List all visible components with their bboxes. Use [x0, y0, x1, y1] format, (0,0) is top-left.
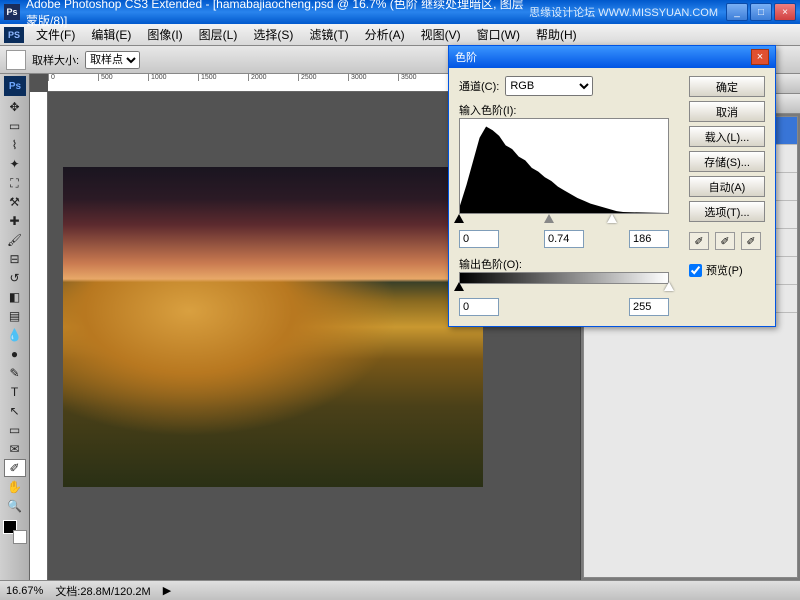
- path-select-tool[interactable]: ↖: [4, 402, 26, 420]
- zoom-tool[interactable]: 🔍: [4, 497, 26, 515]
- menu-filter[interactable]: 滤镜(T): [301, 24, 356, 45]
- black-eyedropper-icon[interactable]: ✐: [689, 232, 709, 250]
- window-titlebar: Ps Adobe Photoshop CS3 Extended - [hamab…: [0, 0, 800, 24]
- menu-help[interactable]: 帮助(H): [528, 24, 585, 45]
- channel-select[interactable]: RGB: [505, 76, 593, 96]
- close-button[interactable]: ×: [774, 3, 796, 21]
- histogram: [459, 118, 669, 214]
- ps-logo-icon: PS: [4, 27, 24, 43]
- doc-info: 文档:28.8M/120.2M: [55, 583, 150, 599]
- input-white-slider[interactable]: [607, 214, 617, 223]
- preview-checkbox[interactable]: 预览(P): [689, 262, 765, 278]
- color-swatches[interactable]: [3, 520, 27, 544]
- ok-button[interactable]: 确定: [689, 76, 765, 97]
- ruler-vertical: [30, 92, 48, 580]
- output-black-slider[interactable]: [454, 282, 464, 291]
- input-white-field[interactable]: [629, 230, 669, 248]
- sample-size-select[interactable]: 取样点: [85, 51, 140, 69]
- toolbox: Ps ✥ ▭ ⌇ ✦ ⛶ ⚒ ✚ 🖌 ⊟ ↺ ◧ ▤ 💧 ● ✎ T ↖ ▭ ✉…: [0, 74, 30, 580]
- blur-tool[interactable]: 💧: [4, 326, 26, 344]
- output-white-field[interactable]: [629, 298, 669, 316]
- options-button[interactable]: 选项(T)...: [689, 201, 765, 222]
- status-bar: 16.67% 文档:28.8M/120.2M ▶: [0, 580, 800, 600]
- input-levels-label: 输入色阶(I):: [459, 102, 679, 118]
- eraser-tool[interactable]: ◧: [4, 288, 26, 306]
- cancel-button[interactable]: 取消: [689, 101, 765, 122]
- input-slider-track[interactable]: [459, 216, 669, 226]
- input-black-field[interactable]: [459, 230, 499, 248]
- levels-dialog: 色阶 × 通道(C): RGB 输入色阶(I):: [448, 45, 776, 327]
- menu-file[interactable]: 文件(F): [28, 24, 83, 45]
- output-gradient: [459, 272, 669, 284]
- dodge-tool[interactable]: ●: [4, 345, 26, 363]
- channel-label: 通道(C):: [459, 78, 499, 94]
- gray-eyedropper-icon[interactable]: ✐: [715, 232, 735, 250]
- menu-layer[interactable]: 图层(L): [191, 24, 246, 45]
- menu-edit[interactable]: 编辑(E): [83, 24, 139, 45]
- type-tool[interactable]: T: [4, 383, 26, 401]
- history-brush-tool[interactable]: ↺: [4, 269, 26, 287]
- wand-tool[interactable]: ✦: [4, 155, 26, 173]
- maximize-button[interactable]: □: [750, 3, 772, 21]
- sample-size-label: 取样大小:: [32, 52, 79, 68]
- gradient-tool[interactable]: ▤: [4, 307, 26, 325]
- move-tool[interactable]: ✥: [4, 98, 26, 116]
- output-white-slider[interactable]: [664, 282, 674, 291]
- toolbox-header-icon: Ps: [4, 76, 26, 96]
- input-black-slider[interactable]: [454, 214, 464, 223]
- menu-window[interactable]: 窗口(W): [469, 24, 528, 45]
- load-button[interactable]: 载入(L)...: [689, 126, 765, 147]
- preview-checkbox-input[interactable]: [689, 264, 702, 277]
- dialog-titlebar[interactable]: 色阶 ×: [449, 46, 775, 68]
- heal-tool[interactable]: ✚: [4, 212, 26, 230]
- auto-button[interactable]: 自动(A): [689, 176, 765, 197]
- preview-label: 预览(P): [706, 262, 743, 278]
- input-gamma-slider[interactable]: [544, 214, 554, 223]
- lasso-tool[interactable]: ⌇: [4, 136, 26, 154]
- stamp-tool[interactable]: ⊟: [4, 250, 26, 268]
- watermark-text: 思缘设计论坛 WWW.MISSYUAN.COM: [529, 4, 718, 20]
- notes-tool[interactable]: ✉: [4, 440, 26, 458]
- zoom-level[interactable]: 16.67%: [6, 585, 43, 597]
- eyedropper-tool[interactable]: ✐: [4, 459, 26, 477]
- brush-tool[interactable]: 🖌: [4, 231, 26, 249]
- shape-tool[interactable]: ▭: [4, 421, 26, 439]
- crop-tool[interactable]: ⛶: [4, 174, 26, 192]
- input-gamma-field[interactable]: [544, 230, 584, 248]
- slice-tool[interactable]: ⚒: [4, 193, 26, 211]
- dialog-title: 色阶: [455, 49, 751, 65]
- minimize-button[interactable]: _: [726, 3, 748, 21]
- marquee-tool[interactable]: ▭: [4, 117, 26, 135]
- output-black-field[interactable]: [459, 298, 499, 316]
- menu-image[interactable]: 图像(I): [139, 24, 190, 45]
- pen-tool[interactable]: ✎: [4, 364, 26, 382]
- hand-tool[interactable]: ✋: [4, 478, 26, 496]
- status-arrow-icon[interactable]: ▶: [163, 584, 171, 597]
- white-eyedropper-icon[interactable]: ✐: [741, 232, 761, 250]
- document-image: [63, 167, 483, 487]
- menu-analysis[interactable]: 分析(A): [357, 24, 413, 45]
- menu-bar: PS 文件(F) 编辑(E) 图像(I) 图层(L) 选择(S) 滤镜(T) 分…: [0, 24, 800, 46]
- dialog-close-button[interactable]: ×: [751, 49, 769, 65]
- menu-select[interactable]: 选择(S): [245, 24, 301, 45]
- output-levels-label: 输出色阶(O):: [459, 256, 679, 272]
- tool-preset-icon[interactable]: [6, 50, 26, 70]
- app-icon: Ps: [4, 4, 20, 20]
- output-slider-track[interactable]: [459, 284, 669, 294]
- menu-view[interactable]: 视图(V): [413, 24, 469, 45]
- save-button[interactable]: 存储(S)...: [689, 151, 765, 172]
